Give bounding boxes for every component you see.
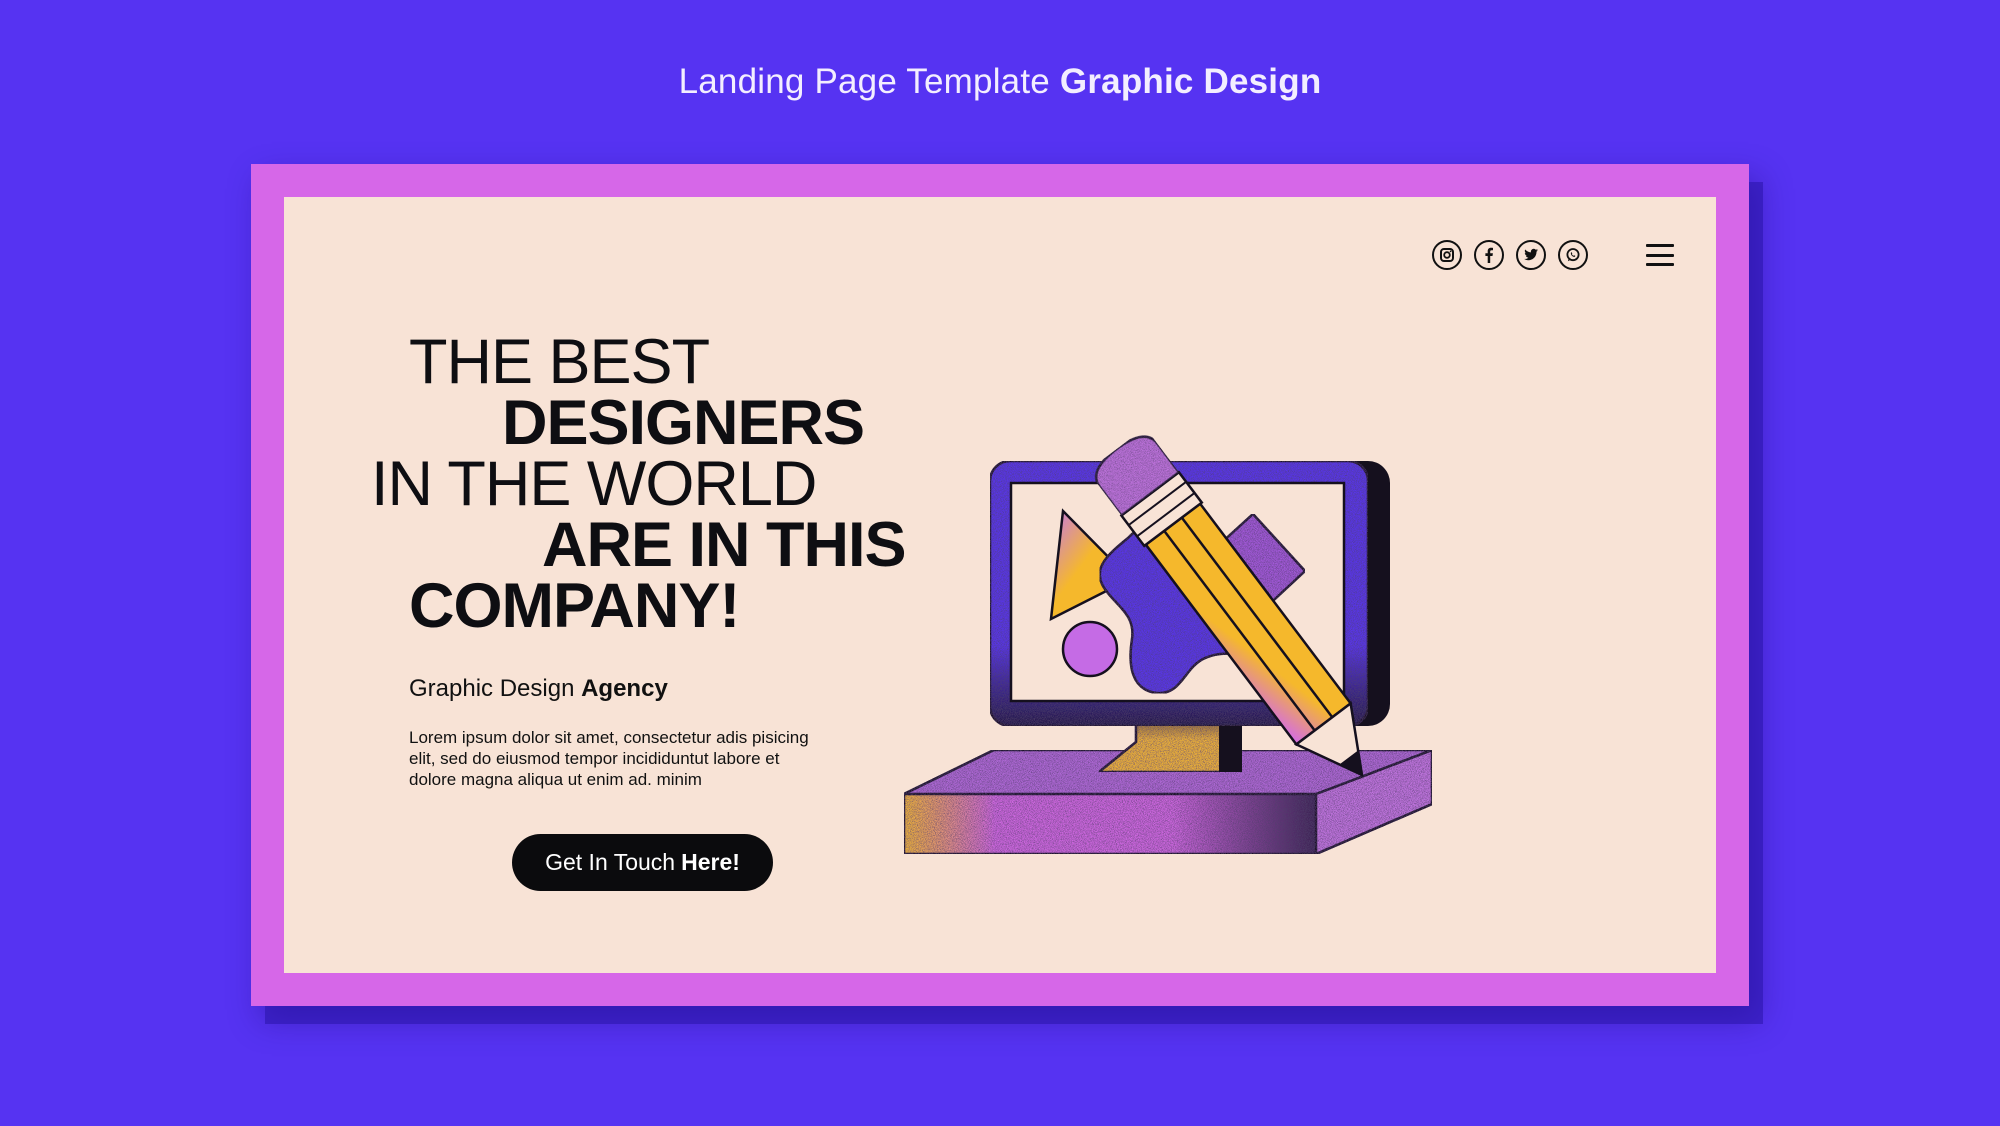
- hero-subtitle: Graphic Design Agency: [409, 675, 668, 703]
- hamburger-menu-icon[interactable]: [1646, 244, 1674, 266]
- page-caption: Landing Page Template Graphic Design: [0, 62, 2000, 102]
- landing-page: THE BEST DESIGNERS IN THE WORLD ARE IN T…: [284, 197, 1716, 973]
- cta-regular: Get In Touch: [545, 849, 676, 875]
- facebook-icon[interactable]: [1474, 240, 1504, 270]
- whatsapp-icon[interactable]: [1558, 240, 1588, 270]
- menu-bar: [1646, 263, 1674, 266]
- subtitle-regular: Graphic Design: [409, 675, 575, 702]
- caption-light: Landing Page Template: [678, 62, 1050, 101]
- get-in-touch-button[interactable]: Get In Touch Here!: [512, 834, 773, 891]
- hero-body-text: Lorem ipsum dolor sit amet, consectetur …: [409, 728, 809, 789]
- computer-pencil-illustration: [904, 435, 1434, 856]
- instagram-icon[interactable]: [1432, 240, 1462, 270]
- subtitle-bold: Agency: [581, 675, 668, 702]
- social-links: [1432, 240, 1588, 270]
- landing-page-frame: THE BEST DESIGNERS IN THE WORLD ARE IN T…: [251, 164, 1749, 1006]
- cta-bold: Here!: [681, 849, 740, 875]
- caption-bold: Graphic Design: [1059, 62, 1322, 101]
- twitter-icon[interactable]: [1516, 240, 1546, 270]
- menu-bar: [1646, 244, 1674, 247]
- menu-bar: [1646, 253, 1674, 257]
